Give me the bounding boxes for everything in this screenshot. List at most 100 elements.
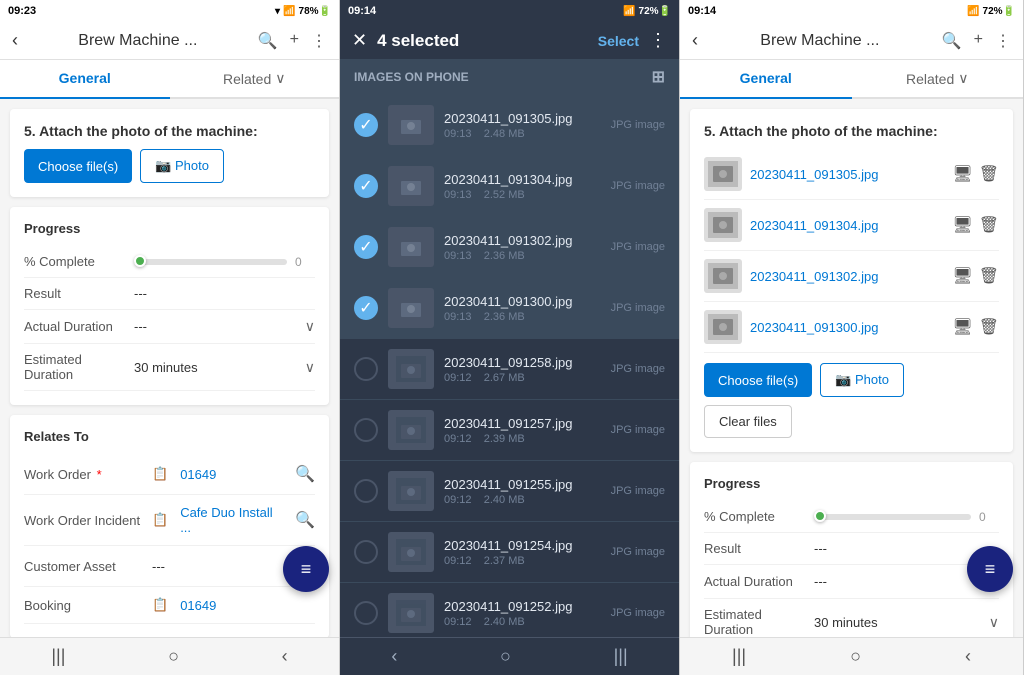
clear-files-button[interactable]: Clear files [704, 405, 792, 438]
screen-3: 09:14 📶 72%🔋 ‹ Brew Machine ... 🔍 + ⋮ Ge… [680, 0, 1024, 675]
time-1: 09:23 [8, 5, 36, 17]
file-delete-icon-3[interactable]: 🗑 [979, 317, 999, 337]
woi-search-icon[interactable]: 🔍 [295, 510, 315, 530]
progress-title-1: Progress [24, 221, 315, 236]
file-name-2[interactable]: 20230411_091302.jpg [750, 269, 944, 284]
image-item-3[interactable]: ✓ 20230411_091300.jpg 09:13 2.36 MB JPG … [340, 278, 679, 339]
check-icon-3: ✓ [354, 296, 378, 320]
nav-back-1[interactable]: ‹ [282, 646, 288, 667]
progress-value-3: 0 [979, 510, 999, 524]
phone-nav-3: ||| ○ ‹ [680, 637, 1023, 675]
woi-link[interactable]: Cafe Duo Install ... [180, 505, 287, 535]
add-icon-3[interactable]: + [974, 31, 983, 51]
actual-duration-dropdown[interactable]: ∨ [305, 318, 315, 335]
more-icon-1[interactable]: ⋮ [311, 31, 327, 51]
file-screen-icon-1[interactable]: 🖥 [952, 215, 972, 235]
progress-bar-3[interactable] [814, 514, 971, 520]
tab-general-3[interactable]: General [680, 60, 852, 97]
progress-row-estimated: Estimated Duration 30 minutes ∨ [24, 344, 315, 391]
nav-circle-2[interactable]: ○ [500, 646, 511, 667]
file-name-1[interactable]: 20230411_091304.jpg [750, 218, 944, 233]
nav-back-3[interactable]: ‹ [965, 646, 971, 667]
wo-link[interactable]: 01649 [180, 467, 287, 482]
image-item-4[interactable]: 20230411_091258.jpg 09:12 2.67 MB JPG im… [340, 339, 679, 400]
file-thumb-1 [704, 208, 742, 242]
file-name-3[interactable]: 20230411_091300.jpg [750, 320, 944, 335]
close-button-2[interactable]: ✕ [352, 30, 367, 51]
page-title-3: Brew Machine ... [706, 32, 934, 50]
photo-button-1[interactable]: 📷 Photo [140, 149, 224, 183]
header-actions-3: 🔍 + ⋮ [942, 31, 1011, 51]
chevron-down-icon-3: ∨ [958, 70, 968, 87]
file-thumb-0 [704, 157, 742, 191]
thumb-0 [388, 105, 434, 145]
choose-files-button-1[interactable]: Choose file(s) [24, 149, 132, 183]
file-screen-icon-3[interactable]: 🖥 [952, 317, 972, 337]
add-icon-1[interactable]: + [290, 31, 299, 51]
image-item-1[interactable]: ✓ 20230411_091304.jpg 09:13 2.52 MB JPG … [340, 156, 679, 217]
menu-fab-3[interactable]: ≡ [967, 546, 1013, 592]
check-icon-1: ✓ [354, 174, 378, 198]
image-item-8[interactable]: 20230411_091252.jpg 09:12 2.40 MB JPG im… [340, 583, 679, 637]
image-item-0[interactable]: ✓ 20230411_091305.jpg 09:13 2.48 MB JPG … [340, 95, 679, 156]
estimated-duration-dropdown-3[interactable]: ∨ [989, 614, 999, 631]
thumb-4 [388, 349, 434, 389]
progress-card-3: Progress % Complete 0 Result --- [690, 462, 1013, 637]
header-3: ‹ Brew Machine ... 🔍 + ⋮ [680, 22, 1023, 60]
menu-fab-1[interactable]: ≡ [283, 546, 329, 592]
more-icon-3[interactable]: ⋮ [995, 31, 1011, 51]
back-button-1[interactable]: ‹ [12, 30, 18, 51]
status-icons-3: 📶 72%🔋 [967, 6, 1015, 17]
photo-button-3[interactable]: 📷 Photo [820, 363, 904, 397]
image-item-7[interactable]: 20230411_091254.jpg 09:12 2.37 MB JPG im… [340, 522, 679, 583]
thumb-1 [388, 166, 434, 206]
more-icon-2[interactable]: ⋮ [649, 30, 667, 51]
estimated-duration-dropdown[interactable]: ∨ [305, 359, 315, 376]
file-screen-icon-2[interactable]: 🖥 [952, 266, 972, 286]
select-button-2[interactable]: Select [598, 33, 639, 49]
file-screen-icon-0[interactable]: 🖥 [952, 164, 972, 184]
progress-card-1: Progress % Complete 0 Result --- [10, 207, 329, 405]
progress-bar[interactable] [134, 259, 287, 265]
progress-row-estimated-3: Estimated Duration 30 minutes ∨ [704, 599, 999, 637]
nav-circle-1[interactable]: ○ [168, 646, 179, 667]
status-bar-3: 09:14 📶 72%🔋 [680, 0, 1023, 22]
tab-related-1[interactable]: Related ∨ [170, 60, 340, 97]
choose-files-button-3[interactable]: Choose file(s) [704, 363, 812, 397]
thumb-7 [388, 532, 434, 572]
tab-bar-3: General Related ∨ [680, 60, 1023, 99]
file-delete-icon-2[interactable]: 🗑 [979, 266, 999, 286]
file-name-0[interactable]: 20230411_091305.jpg [750, 167, 944, 182]
wo-search-icon[interactable]: 🔍 [295, 464, 315, 484]
grid-view-icon[interactable]: ⊞ [652, 67, 665, 87]
woi-icon: 📋 [152, 512, 168, 528]
section-label-1: 5. Attach the photo of the machine: [24, 123, 315, 139]
nav-home-2[interactable]: ||| [614, 646, 628, 667]
nav-back-2[interactable]: ‹ [391, 646, 397, 667]
search-icon-1[interactable]: 🔍 [258, 31, 278, 51]
file-delete-icon-1[interactable]: 🗑 [979, 215, 999, 235]
screen-1: 09:23 ▾ 📶 78%🔋 ‹ Brew Machine ... 🔍 + ⋮ … [0, 0, 340, 675]
check-icon-0: ✓ [354, 113, 378, 137]
booking-link[interactable]: 01649 [180, 598, 315, 613]
image-item-6[interactable]: 20230411_091255.jpg 09:12 2.40 MB JPG im… [340, 461, 679, 522]
nav-home-1[interactable]: ||| [51, 646, 65, 667]
check-icon-2: ✓ [354, 235, 378, 259]
tab-general-1[interactable]: General [0, 60, 170, 97]
check-icon-4 [354, 357, 378, 381]
check-icon-7 [354, 540, 378, 564]
back-button-3[interactable]: ‹ [692, 30, 698, 51]
screen-2: 09:14 📶 72%🔋 ✕ 4 selected Select ⋮ IMAGE… [340, 0, 680, 675]
search-icon-3[interactable]: 🔍 [942, 31, 962, 51]
relates-row-ca: Customer Asset --- 🔍 [24, 546, 315, 587]
nav-circle-3[interactable]: ○ [850, 646, 861, 667]
file-delete-icon-0[interactable]: 🗑 [979, 164, 999, 184]
file-thumb-3 [704, 310, 742, 344]
thumb-6 [388, 471, 434, 511]
nav-home-3[interactable]: ||| [732, 646, 746, 667]
relates-row-woi: Work Order Incident 📋 Cafe Duo Install .… [24, 495, 315, 546]
attached-file-2: 20230411_091302.jpg 🖥 🗑 [704, 251, 999, 302]
image-item-5[interactable]: 20230411_091257.jpg 09:12 2.39 MB JPG im… [340, 400, 679, 461]
image-item-2[interactable]: ✓ 20230411_091302.jpg 09:13 2.36 MB JPG … [340, 217, 679, 278]
tab-related-3[interactable]: Related ∨ [852, 60, 1024, 97]
